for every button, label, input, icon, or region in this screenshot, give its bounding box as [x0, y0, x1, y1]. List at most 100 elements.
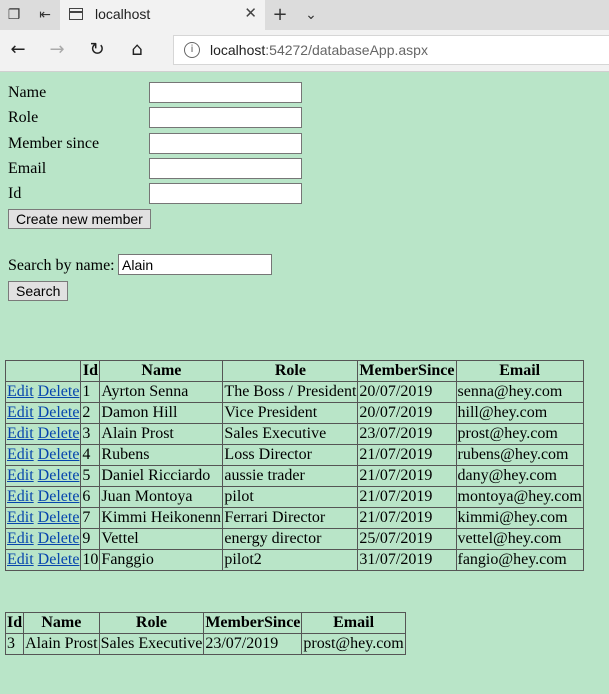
email-input[interactable]	[149, 158, 302, 179]
member-since-label: Member since	[8, 135, 100, 152]
cell-name: Vettel	[99, 528, 224, 550]
create-member-button[interactable]: Create new member	[8, 209, 151, 229]
header-id: Id	[80, 360, 101, 382]
cell-name: Damon Hill	[99, 402, 224, 424]
delete-link[interactable]: Delete	[38, 383, 80, 400]
delete-link[interactable]: Delete	[38, 551, 80, 568]
cell-role: aussie trader	[222, 465, 359, 487]
row-actions: Edit Delete	[4, 444, 82, 466]
cell-id: 1	[80, 381, 101, 403]
name-label: Name	[8, 84, 47, 101]
cell-id: 9	[80, 528, 101, 550]
cell-email: vettel@hey.com	[455, 528, 584, 550]
edit-link[interactable]: Edit	[7, 467, 34, 484]
result-header-id: Id	[4, 612, 25, 634]
role-input[interactable]	[149, 107, 302, 128]
cell-role: Ferrari Director	[222, 507, 359, 529]
cell-name: Rubens	[99, 444, 224, 466]
edit-link[interactable]: Edit	[7, 383, 34, 400]
row-actions: Edit Delete	[4, 549, 82, 571]
cell-name: Alain Prost	[23, 633, 100, 655]
delete-link[interactable]: Delete	[38, 467, 80, 484]
cell-name: Alain Prost	[99, 423, 224, 445]
edit-link[interactable]: Edit	[7, 509, 34, 526]
email-label: Email	[8, 160, 47, 177]
edit-link[interactable]: Edit	[7, 446, 34, 463]
forward-icon[interactable]: →	[46, 39, 68, 61]
cell-name: Juan Montoya	[99, 486, 224, 508]
cell-member-since: 20/07/2019	[357, 402, 457, 424]
back-icon[interactable]: ←	[7, 39, 29, 61]
cell-id: 4	[80, 444, 101, 466]
header-member-since: MemberSince	[357, 360, 457, 382]
search-label: Search by name:	[8, 257, 115, 274]
id-label: Id	[8, 185, 22, 202]
table-row: 3 Alain Prost Sales Executive 23/07/2019 pro…	[4, 633, 406, 655]
cell-email: senna@hey.com	[455, 381, 584, 403]
browser-nav-bar: ← → ↻ ⌂ i localhost:54272/databaseApp.as…	[0, 30, 609, 72]
search-input[interactable]	[118, 254, 272, 275]
cell-role: pilot2	[222, 549, 359, 571]
cell-name: Kimmi Heikonenn	[99, 507, 224, 529]
cell-role: The Boss / President	[222, 381, 359, 403]
tab-list-chevron-icon[interactable]: ⌄	[301, 5, 321, 25]
cell-member-since: 21/07/2019	[357, 444, 457, 466]
cell-member-since: 23/07/2019	[203, 633, 303, 655]
tab-manager-icon[interactable]: ❐	[4, 5, 24, 25]
table-row: Edit Delete 6 Juan Montoya pilot 21/07/2019 m…	[4, 486, 584, 508]
browser-tab[interactable]: localhost ✕	[60, 0, 265, 30]
result-header-name: Name	[23, 612, 100, 634]
delete-link[interactable]: Delete	[38, 488, 80, 505]
cell-id: 7	[80, 507, 101, 529]
cell-email: montoya@hey.com	[455, 486, 584, 508]
search-button[interactable]: Search	[8, 281, 69, 301]
cell-email: dany@hey.com	[455, 465, 584, 487]
search-result-table: Id Name Role MemberSince Email 3 Alain Pr…	[4, 612, 406, 655]
site-info-icon[interactable]: i	[184, 42, 200, 58]
id-input[interactable]	[149, 183, 302, 204]
cell-role: energy director	[222, 528, 359, 550]
cell-role: Sales Executive	[98, 633, 205, 655]
edit-link[interactable]: Edit	[7, 425, 34, 442]
cell-member-since: 21/07/2019	[357, 507, 457, 529]
edit-link[interactable]: Edit	[7, 551, 34, 568]
result-header-member-since: MemberSince	[203, 612, 303, 634]
cell-member-since: 25/07/2019	[357, 528, 457, 550]
table-row: Edit Delete 7 Kimmi Heikonenn Ferrari Direc…	[4, 507, 584, 529]
delete-link[interactable]: Delete	[38, 446, 80, 463]
delete-link[interactable]: Delete	[38, 530, 80, 547]
delete-link[interactable]: Delete	[38, 425, 80, 442]
member-since-input[interactable]	[149, 133, 302, 154]
cell-role: Sales Executive	[222, 423, 359, 445]
name-input[interactable]	[149, 82, 302, 103]
cell-id: 5	[80, 465, 101, 487]
header-name: Name	[99, 360, 224, 382]
address-bar[interactable]: i localhost:54272/databaseApp.aspx	[173, 35, 609, 65]
edit-link[interactable]: Edit	[7, 404, 34, 421]
cell-email: fangio@hey.com	[455, 549, 584, 571]
new-tab-icon[interactable]: +	[270, 5, 290, 25]
cell-name: Ayrton Senna	[99, 381, 224, 403]
cell-member-since: 21/07/2019	[357, 486, 457, 508]
delete-link[interactable]: Delete	[38, 404, 80, 421]
table-row: Edit Delete 5 Daniel Ricciardo aussie trade…	[4, 465, 584, 487]
cell-name: Fanggio	[99, 549, 224, 571]
cell-member-since: 23/07/2019	[357, 423, 457, 445]
url-text: localhost:54272/databaseApp.aspx	[210, 42, 428, 58]
close-tab-icon[interactable]: ✕	[244, 4, 257, 22]
edit-link[interactable]: Edit	[7, 488, 34, 505]
cell-role: Loss Director	[222, 444, 359, 466]
set-tabs-aside-icon[interactable]: ⇤	[35, 5, 55, 25]
header-actions	[4, 360, 82, 382]
edit-link[interactable]: Edit	[7, 530, 34, 547]
home-icon[interactable]: ⌂	[126, 39, 148, 61]
header-role: Role	[222, 360, 359, 382]
table-row: Edit Delete 1 Ayrton Senna The Boss / Presi…	[4, 381, 584, 403]
cell-member-since: 20/07/2019	[357, 381, 457, 403]
delete-link[interactable]: Delete	[38, 509, 80, 526]
cell-email: prost@hey.com	[301, 633, 406, 655]
cell-member-since: 21/07/2019	[357, 465, 457, 487]
browser-tab-bar: ❐ ⇤ localhost ✕ + ⌄	[0, 0, 609, 30]
refresh-icon[interactable]: ↻	[86, 39, 108, 61]
role-label: Role	[8, 109, 39, 126]
